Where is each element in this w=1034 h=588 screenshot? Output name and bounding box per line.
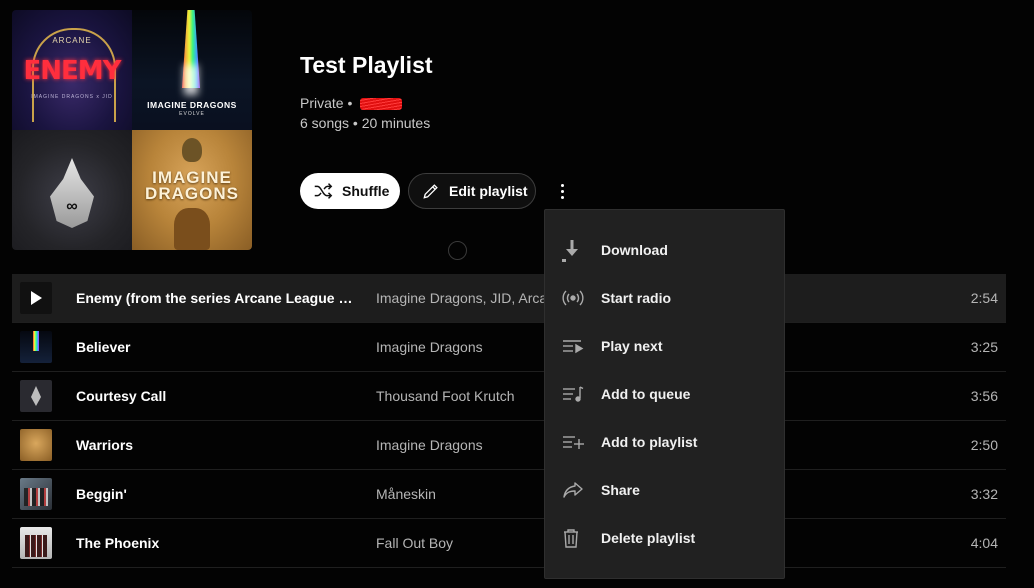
- download-icon: [545, 238, 601, 262]
- track-row[interactable]: Believer Imagine Dragons 3:25: [12, 323, 1006, 372]
- track-thumbnail[interactable]: [20, 527, 52, 559]
- art-text: EVOLVE: [179, 111, 205, 117]
- track-artist[interactable]: Imagine Dragons, JID, Arcane: [376, 290, 544, 306]
- shuffle-icon: [314, 183, 333, 199]
- menu-item-label: Download: [601, 242, 668, 258]
- art-bird: [182, 138, 202, 162]
- track-duration: 3:32: [970, 486, 998, 502]
- menu-item-add-to-playlist[interactable]: Add to playlist: [545, 418, 784, 466]
- menu-item-label: Play next: [601, 338, 663, 354]
- track-artist[interactable]: Fall Out Boy: [376, 535, 544, 551]
- more-options-button[interactable]: [550, 176, 574, 206]
- playlist-privacy-line: Private •: [300, 95, 403, 111]
- album-art-evolve: IMAGINE DRAGONS EVOLVE: [132, 10, 252, 130]
- dot: [560, 183, 564, 187]
- track-artist[interactable]: Måneskin: [376, 486, 544, 502]
- track-duration: 3:56: [970, 388, 998, 404]
- dot: [560, 195, 564, 199]
- menu-item-label: Share: [601, 482, 640, 498]
- track-row[interactable]: Enemy (from the series Arcane League of …: [12, 274, 1006, 323]
- add-to-playlist-icon: [545, 433, 601, 451]
- share-icon: [545, 480, 601, 500]
- art-text: ARCANE: [52, 36, 92, 45]
- add-to-queue-icon: [545, 385, 601, 403]
- menu-item-label: Start radio: [601, 290, 672, 306]
- playlist-context-menu: Download Start radio Play next Add to qu…: [544, 209, 785, 579]
- edit-playlist-button[interactable]: Edit playlist: [408, 173, 536, 209]
- album-art-smoke-mirrors: IMAGINE DRAGONS: [132, 130, 252, 250]
- track-duration: 4:04: [970, 535, 998, 551]
- track-duration: 2:54: [970, 290, 998, 306]
- track-thumbnail[interactable]: [20, 380, 52, 412]
- play-button[interactable]: [20, 282, 52, 314]
- menu-item-delete-playlist[interactable]: Delete playlist: [545, 514, 784, 562]
- playlist-stats: 6 songs • 20 minutes: [300, 115, 431, 131]
- art-text: ENEMY: [23, 56, 122, 86]
- art-text: IMAGINE DRAGONS: [147, 100, 237, 110]
- menu-item-share[interactable]: Share: [545, 466, 784, 514]
- infinity-icon: ∞: [66, 198, 78, 215]
- art-text: IMAGINE DRAGONS: [145, 168, 239, 203]
- track-artist[interactable]: Imagine Dragons: [376, 437, 544, 453]
- meta-separator: •: [343, 95, 357, 111]
- track-row[interactable]: Courtesy Call Thousand Foot Krutch 3:56: [12, 372, 1006, 421]
- track-title[interactable]: The Phoenix: [76, 535, 361, 551]
- track-title[interactable]: Believer: [76, 339, 361, 355]
- track-row[interactable]: Warriors Imagine Dragons 2:50: [12, 421, 1006, 470]
- dot: [560, 189, 564, 193]
- menu-item-play-next[interactable]: Play next: [545, 322, 784, 370]
- track-list: Enemy (from the series Arcane League of …: [12, 274, 1006, 568]
- track-duration: 2:50: [970, 437, 998, 453]
- track-thumbnail[interactable]: [20, 478, 52, 510]
- play-icon: [31, 291, 42, 305]
- art-glow: [184, 65, 198, 95]
- menu-item-add-to-queue[interactable]: Add to queue: [545, 370, 784, 418]
- privacy-label: Private: [300, 95, 344, 111]
- art-hands: [174, 208, 210, 250]
- track-row[interactable]: Beggin' Måneskin 3:32: [12, 470, 1006, 519]
- track-artist[interactable]: Imagine Dragons: [376, 339, 544, 355]
- menu-item-start-radio[interactable]: Start radio: [545, 274, 784, 322]
- track-title[interactable]: Enemy (from the series Arcane League of …: [76, 290, 361, 306]
- pencil-icon: [423, 184, 438, 199]
- menu-item-label: Add to queue: [601, 386, 691, 402]
- track-title[interactable]: Beggin': [76, 486, 361, 502]
- album-art-courtesy-call: ∞: [12, 130, 132, 250]
- trash-icon: [545, 527, 601, 549]
- play-next-icon: [545, 337, 601, 355]
- edit-playlist-button-label: Edit playlist: [449, 183, 528, 199]
- menu-item-label: Delete playlist: [601, 530, 696, 546]
- track-title[interactable]: Warriors: [76, 437, 361, 453]
- shuffle-button[interactable]: Shuffle: [300, 173, 400, 209]
- shuffle-button-label: Shuffle: [342, 183, 390, 199]
- track-thumbnail[interactable]: [20, 429, 52, 461]
- menu-item-label: Add to playlist: [601, 434, 698, 450]
- track-artist[interactable]: Thousand Foot Krutch: [376, 388, 544, 404]
- playlist-thumbnail-collage: ARCANE ENEMY IMAGINE DRAGONS x JID IMAGI…: [12, 10, 252, 250]
- art-text: IMAGINE DRAGONS x JID: [31, 94, 113, 100]
- art-drop-shape: [50, 158, 94, 228]
- radio-icon: [545, 288, 601, 308]
- track-row[interactable]: The Phoenix Fall Out Boy 4:04: [12, 519, 1006, 568]
- track-duration: 3:25: [970, 339, 998, 355]
- track-thumbnail[interactable]: [20, 331, 52, 363]
- page-title: Test Playlist: [300, 52, 433, 78]
- album-art-enemy: ARCANE ENEMY IMAGINE DRAGONS x JID: [12, 10, 132, 130]
- menu-item-download[interactable]: Download: [545, 226, 784, 274]
- track-title[interactable]: Courtesy Call: [76, 388, 361, 404]
- loading-spinner: [448, 241, 467, 260]
- redacted-owner-name: [360, 98, 403, 111]
